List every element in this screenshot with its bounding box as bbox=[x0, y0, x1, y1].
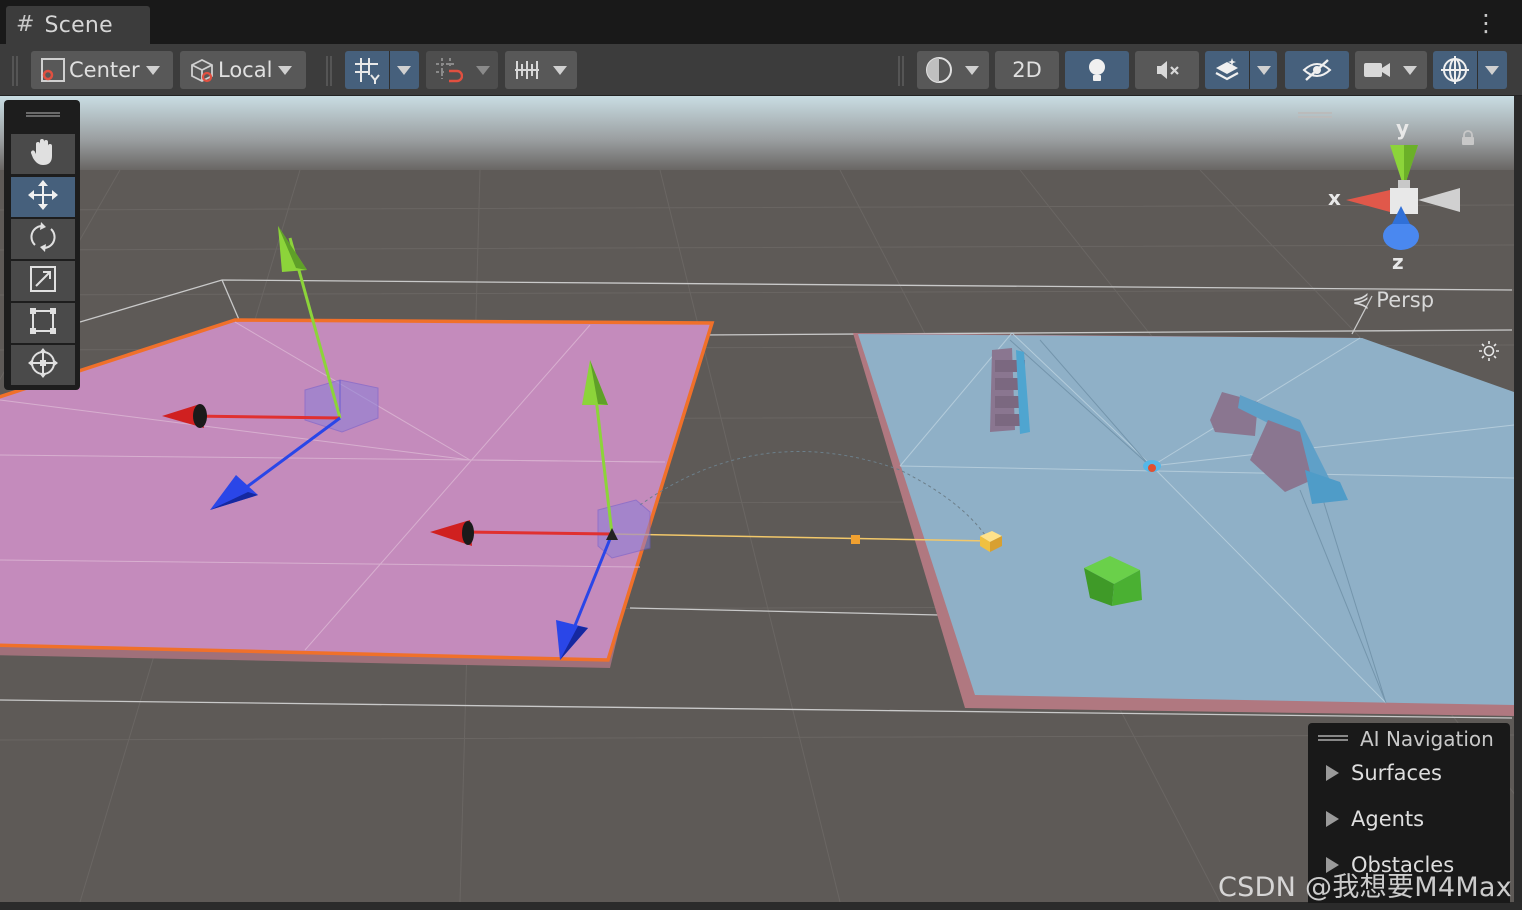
tools-drag-handle[interactable] bbox=[26, 112, 60, 117]
draw-mode-dropdown[interactable] bbox=[917, 51, 989, 89]
chevron-down-icon bbox=[553, 65, 567, 75]
gizmo-x-label[interactable]: x bbox=[1328, 186, 1341, 210]
expand-arrow-icon bbox=[1326, 765, 1339, 781]
pivot-center-icon bbox=[37, 57, 69, 83]
increment-snap-dropdown[interactable] bbox=[505, 51, 577, 89]
overlay-drag-handle[interactable] bbox=[1318, 735, 1348, 741]
gizmo-center-cube bbox=[1390, 188, 1418, 214]
staircase-obstacle[interactable] bbox=[990, 348, 1030, 434]
chevron-down-icon bbox=[1403, 65, 1417, 75]
grid-hash-icon: # bbox=[16, 12, 35, 37]
grid-visibility-toggle[interactable] bbox=[345, 51, 419, 89]
toolbar-grip[interactable] bbox=[898, 56, 904, 86]
scene-visibility-toggle[interactable] bbox=[1285, 51, 1349, 89]
gizmo-drag-handle[interactable] bbox=[1298, 112, 1332, 118]
chevron-down-icon bbox=[278, 65, 293, 75]
chevron-down-icon bbox=[965, 65, 979, 75]
chevron-down-icon[interactable] bbox=[476, 65, 490, 75]
effects-layers-icon bbox=[1205, 55, 1249, 85]
light-bulb-icon bbox=[1084, 56, 1110, 84]
chevron-down-icon[interactable] bbox=[1257, 65, 1271, 75]
local-cube-icon bbox=[186, 56, 218, 84]
gizmos-toggle[interactable] bbox=[1433, 51, 1507, 89]
lock-icon[interactable] bbox=[1460, 130, 1476, 146]
agents-foldout[interactable]: Agents bbox=[1326, 807, 1424, 831]
projection-toggle[interactable]: ⋞ Persp bbox=[1352, 288, 1434, 312]
shaded-sphere-icon bbox=[917, 55, 961, 85]
hand-icon bbox=[27, 136, 59, 172]
gizmo-z-cone bbox=[1383, 222, 1419, 250]
camera-settings-dropdown[interactable] bbox=[1355, 51, 1427, 89]
audio-toggle[interactable] bbox=[1135, 51, 1199, 89]
chevron-down-icon[interactable] bbox=[397, 65, 411, 75]
chevron-down-icon[interactable] bbox=[1485, 65, 1499, 75]
sky-horizon bbox=[0, 96, 1514, 176]
scene-tab[interactable]: # Scene bbox=[6, 6, 150, 44]
gizmo-y-label[interactable]: y bbox=[1396, 116, 1409, 140]
rotate-icon bbox=[27, 221, 59, 257]
hand-tool-button[interactable] bbox=[11, 134, 75, 174]
transform-tool-button[interactable] bbox=[11, 345, 75, 385]
hidden-eye-icon bbox=[1301, 56, 1333, 84]
rotate-tool-button[interactable] bbox=[11, 219, 75, 259]
move-arrows-icon bbox=[26, 178, 60, 216]
tab-title: Scene bbox=[44, 12, 114, 38]
ruler-increment-icon bbox=[505, 55, 549, 85]
surfaces-label: Surfaces bbox=[1351, 761, 1442, 785]
path-waypoint bbox=[851, 535, 860, 544]
surfaces-foldout[interactable]: Surfaces bbox=[1326, 761, 1442, 785]
audio-mute-icon bbox=[1153, 56, 1181, 84]
lighting-toggle[interactable] bbox=[1065, 51, 1129, 89]
projection-label: Persp bbox=[1376, 288, 1435, 312]
projection-icon: ⋞ bbox=[1352, 288, 1370, 312]
effects-toggle[interactable] bbox=[1205, 51, 1277, 89]
toolbar-grip[interactable] bbox=[12, 56, 18, 86]
tab-bar: # Scene ⋮ bbox=[0, 0, 1522, 44]
toggle-2d-button[interactable]: 2D bbox=[995, 51, 1059, 89]
sun-light-icon[interactable] bbox=[1478, 340, 1500, 362]
rect-transform-icon bbox=[28, 306, 58, 340]
move-tool-button[interactable] bbox=[11, 177, 75, 217]
pivot-mode-dropdown[interactable]: Center bbox=[31, 51, 173, 89]
gizmo-z-label[interactable]: z bbox=[1392, 250, 1404, 274]
rect-tool-button[interactable] bbox=[11, 303, 75, 343]
chevron-down-icon bbox=[145, 65, 160, 75]
pivot-rotation-label: Local bbox=[218, 58, 273, 82]
scene-viewport[interactable] bbox=[0, 96, 1514, 902]
grid-snap-magnet-icon bbox=[426, 55, 470, 85]
scene-toolbar: Center Local 2D bbox=[0, 44, 1522, 96]
scale-icon bbox=[28, 264, 58, 298]
nav-target-marker[interactable] bbox=[1143, 460, 1161, 472]
blue-navmesh-plane[interactable] bbox=[853, 332, 1514, 716]
camera-icon bbox=[1355, 57, 1399, 83]
toolbar-grip[interactable] bbox=[326, 56, 332, 86]
scale-tool-button[interactable] bbox=[11, 261, 75, 301]
csdn-watermark: CSDN @我想要M4Max bbox=[1218, 872, 1513, 903]
viewport-right-edge bbox=[1514, 96, 1522, 902]
tools-overlay bbox=[4, 100, 80, 390]
agents-label: Agents bbox=[1351, 807, 1425, 831]
pivot-mode-label: Center bbox=[69, 58, 140, 82]
pivot-rotation-dropdown[interactable]: Local bbox=[180, 51, 306, 89]
grid-y-icon bbox=[345, 55, 389, 85]
kebab-menu-icon[interactable]: ⋮ bbox=[1474, 8, 1498, 38]
ai-navigation-title: AI Navigation bbox=[1360, 727, 1494, 751]
gizmos-globe-icon bbox=[1433, 54, 1477, 86]
grid-snapping-toggle[interactable] bbox=[426, 51, 498, 89]
expand-arrow-icon bbox=[1326, 811, 1339, 827]
toggle-2d-label: 2D bbox=[1012, 58, 1042, 82]
transform-icon bbox=[27, 347, 59, 383]
pink-plane[interactable] bbox=[0, 318, 715, 668]
